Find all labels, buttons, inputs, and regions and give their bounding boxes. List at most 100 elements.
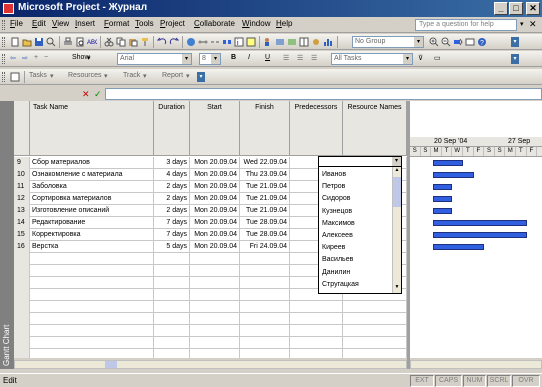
workgroup-icon[interactable] xyxy=(311,37,321,47)
start-cell[interactable] xyxy=(190,325,240,337)
resource-option[interactable]: Стругацкая xyxy=(322,281,359,288)
duration-cell[interactable]: 5 days xyxy=(154,241,190,253)
toolbar-grip[interactable] xyxy=(2,72,5,82)
hide-subtasks-icon[interactable]: − xyxy=(44,54,48,61)
show-subtasks-icon[interactable]: + xyxy=(34,54,38,61)
save-icon[interactable] xyxy=(34,37,44,47)
gantt-task-bar[interactable] xyxy=(433,208,453,214)
col-header-predecessors[interactable]: Predecessors xyxy=(290,101,343,156)
finish-cell[interactable] xyxy=(240,289,290,301)
dropdown-scrollbar[interactable]: ▲ ▼ xyxy=(392,167,401,293)
finish-cell[interactable]: Tue 21.09.04 xyxy=(240,193,290,205)
toolbar-grip[interactable] xyxy=(2,54,5,64)
copy-picture-wizard-icon[interactable] xyxy=(465,37,475,47)
gantt-task-bar[interactable] xyxy=(433,244,485,250)
new-icon[interactable] xyxy=(10,37,20,47)
finish-cell[interactable]: Tue 28.09.04 xyxy=(240,217,290,229)
finish-cell[interactable]: Thu 23.09.04 xyxy=(240,169,290,181)
predecessors-cell[interactable] xyxy=(290,337,343,349)
gantt-task-bar[interactable] xyxy=(433,184,453,190)
resource-option[interactable]: Кузнецов xyxy=(322,208,352,215)
gantt-task-bar[interactable] xyxy=(433,172,474,178)
resource-names-cell[interactable] xyxy=(343,349,407,358)
row-id[interactable] xyxy=(14,289,30,301)
task-name-cell[interactable]: Сбор материалов xyxy=(30,157,154,169)
task-name-cell[interactable] xyxy=(30,337,154,349)
finish-cell[interactable] xyxy=(240,325,290,337)
font-combo[interactable]: Arial ▾ xyxy=(117,53,192,65)
resource-names-cell[interactable] xyxy=(343,313,407,325)
task-name-cell[interactable] xyxy=(30,313,154,325)
row-id[interactable] xyxy=(14,325,30,337)
task-name-cell[interactable] xyxy=(30,325,154,337)
table-row[interactable] xyxy=(14,337,407,349)
finish-cell[interactable]: Wed 22.09.04 xyxy=(240,157,290,169)
row-id[interactable] xyxy=(14,313,30,325)
row-id[interactable]: 14 xyxy=(14,217,30,229)
row-id[interactable] xyxy=(14,277,30,289)
duration-cell[interactable] xyxy=(154,277,190,289)
start-cell[interactable]: Mon 20.09.04 xyxy=(190,169,240,181)
tasks-menu[interactable]: Tasks xyxy=(29,72,47,79)
start-cell[interactable]: Mon 20.09.04 xyxy=(190,217,240,229)
unlink-tasks-icon[interactable] xyxy=(210,37,220,47)
notes-icon[interactable] xyxy=(246,37,256,47)
duration-cell[interactable]: 2 days xyxy=(154,181,190,193)
row-id[interactable]: 10 xyxy=(14,169,30,181)
duration-cell[interactable] xyxy=(154,325,190,337)
duration-cell[interactable] xyxy=(154,349,190,358)
gantt-task-bar[interactable] xyxy=(433,160,463,166)
col-header-duration[interactable]: Duration xyxy=(154,101,190,156)
task-name-cell[interactable]: Корректировка xyxy=(30,229,154,241)
start-cell[interactable]: Mon 20.09.04 xyxy=(190,229,240,241)
resource-names-cell[interactable] xyxy=(343,301,407,313)
sheet-hscrollbar[interactable] xyxy=(14,360,407,369)
report-menu[interactable]: Report xyxy=(162,72,183,79)
task-name-cell[interactable] xyxy=(30,253,154,265)
duration-cell[interactable]: 7 days xyxy=(154,229,190,241)
duration-cell[interactable] xyxy=(154,253,190,265)
go-to-task-icon[interactable] xyxy=(453,37,463,47)
font-size-combo[interactable]: 8 ▾ xyxy=(199,53,221,65)
start-cell[interactable] xyxy=(190,277,240,289)
copy-picture-icon[interactable] xyxy=(287,37,297,47)
duration-cell[interactable] xyxy=(154,301,190,313)
gantt-hscrollbar[interactable] xyxy=(410,360,542,369)
finish-cell[interactable] xyxy=(240,265,290,277)
resources-menu[interactable]: Resources xyxy=(68,72,101,79)
copy-icon[interactable] xyxy=(116,37,126,47)
autofilter-icon[interactable]: ⊽ xyxy=(418,54,423,62)
menu-tools[interactable]: Tools xyxy=(135,19,154,28)
task-name-cell[interactable]: Заболовка xyxy=(30,181,154,193)
task-name-cell[interactable] xyxy=(30,289,154,301)
row-id[interactable]: 13 xyxy=(14,205,30,217)
task-name-cell[interactable]: Сортировка материалов xyxy=(30,193,154,205)
finish-cell[interactable]: Tue 21.09.04 xyxy=(240,205,290,217)
resource-names-cell[interactable] xyxy=(343,325,407,337)
align-right-icon[interactable]: ☰ xyxy=(311,54,317,62)
finish-cell[interactable]: Fri 24.09.04 xyxy=(240,241,290,253)
row-id[interactable]: 9 xyxy=(14,157,30,169)
start-cell[interactable] xyxy=(190,301,240,313)
row-id[interactable] xyxy=(14,301,30,313)
table-row[interactable] xyxy=(14,313,407,325)
duration-cell[interactable] xyxy=(154,265,190,277)
duration-cell[interactable]: 2 days xyxy=(154,205,190,217)
start-cell[interactable] xyxy=(190,313,240,325)
view-bar[interactable]: Gantt Chart xyxy=(0,101,14,369)
filter-combo[interactable]: All Tasks ▾ xyxy=(331,53,413,65)
maximize-button[interactable]: □ xyxy=(509,2,523,15)
search-icon[interactable] xyxy=(46,37,56,47)
spelling-icon[interactable]: ABC xyxy=(87,37,97,47)
start-cell[interactable] xyxy=(190,349,240,358)
task-name-cell[interactable] xyxy=(30,301,154,313)
redo-icon[interactable] xyxy=(169,37,179,47)
italic-button[interactable]: I xyxy=(248,54,250,61)
toolbar-options-icon[interactable]: ▾ xyxy=(197,72,205,82)
start-cell[interactable]: Mon 20.09.04 xyxy=(190,157,240,169)
start-cell[interactable]: Mon 20.09.04 xyxy=(190,181,240,193)
toolbar-options-icon[interactable]: ▾ xyxy=(511,37,519,47)
group-combo[interactable]: No Group ▾ xyxy=(352,36,424,48)
link-tasks-icon[interactable] xyxy=(198,37,208,47)
row-id[interactable]: 12 xyxy=(14,193,30,205)
